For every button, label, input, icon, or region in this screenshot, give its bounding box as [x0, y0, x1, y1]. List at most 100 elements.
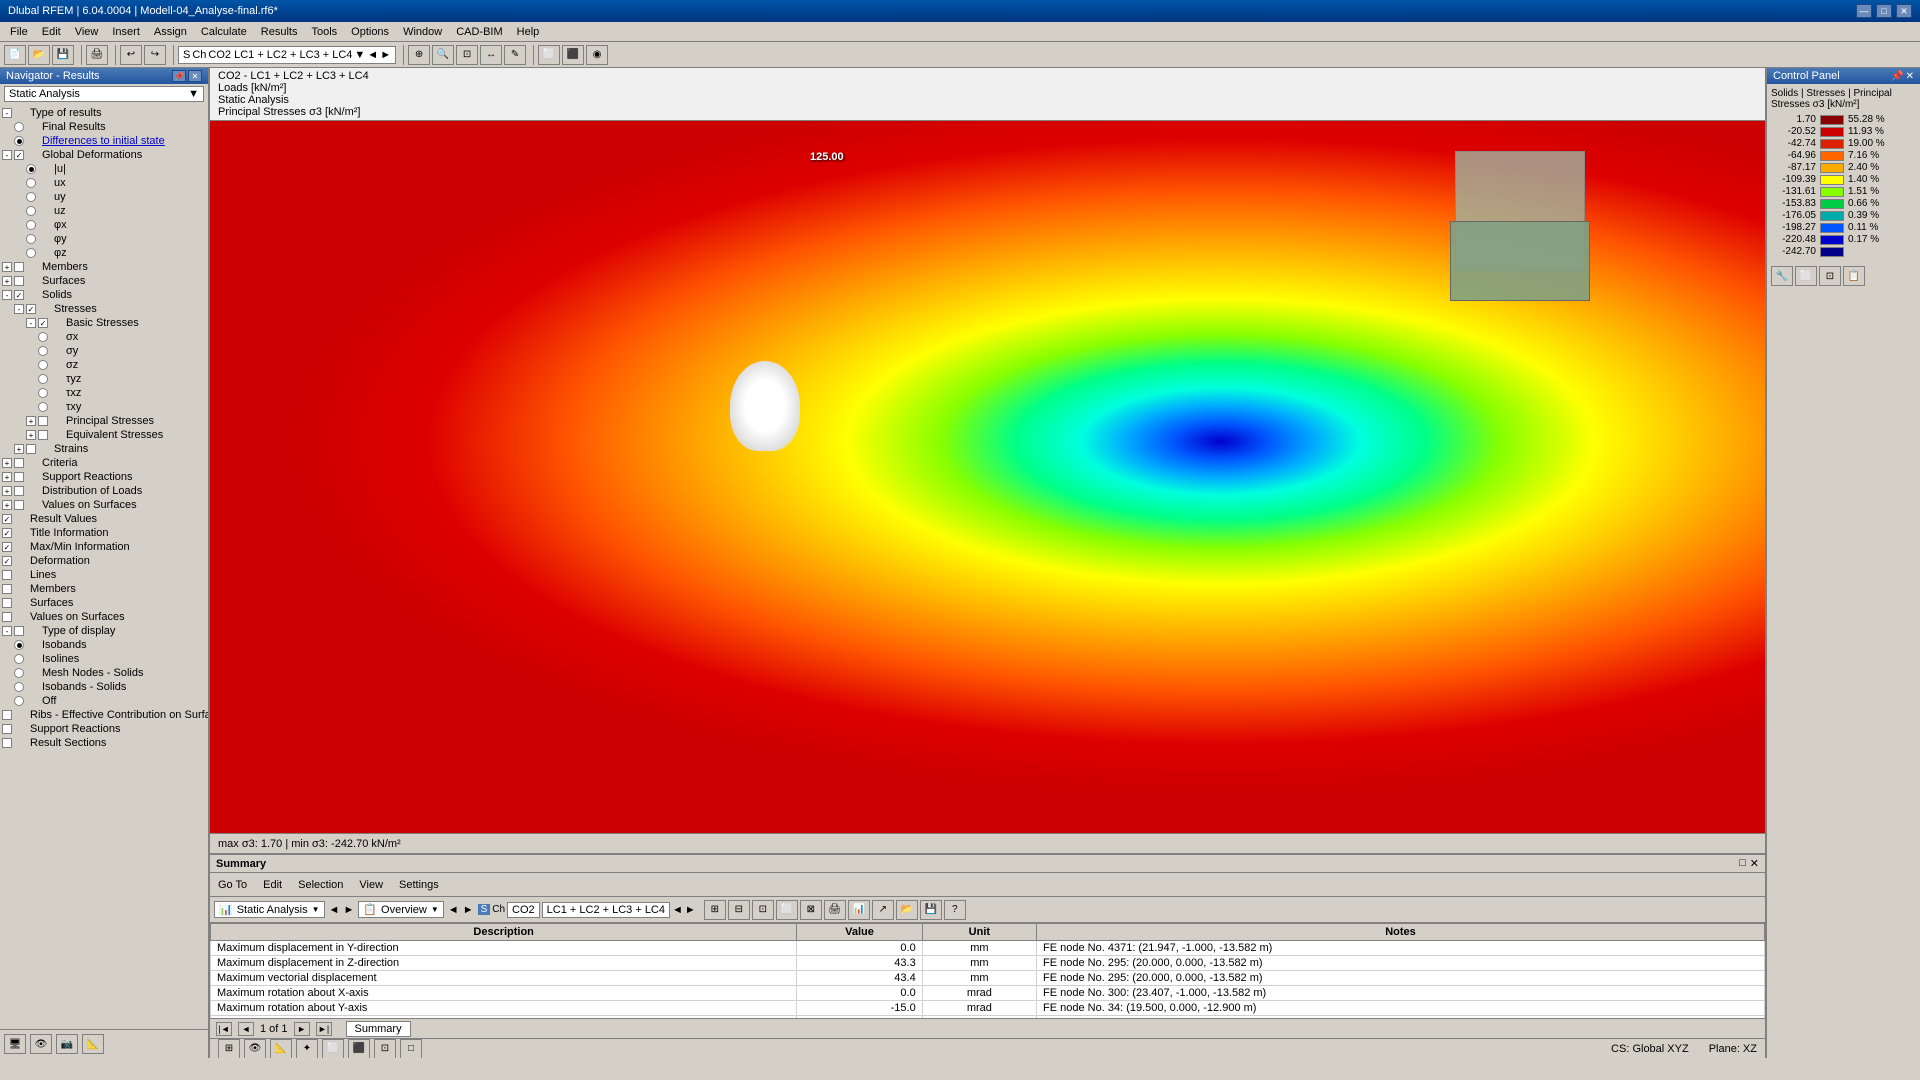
lc-selector[interactable]: S Ch CO2 LC1 + LC2 + LC3 + LC4 ▼ ◄ ►: [178, 46, 396, 64]
page-first[interactable]: |◄: [216, 1022, 232, 1036]
nav-close[interactable]: ✕: [188, 70, 202, 82]
checkbox-37[interactable]: [14, 626, 24, 636]
lc-arrow[interactable]: ▼: [354, 49, 365, 61]
analysis-combo[interactable]: 📊 Static Analysis ▼: [214, 901, 325, 918]
footer-tab[interactable]: Summary: [346, 1021, 411, 1037]
checkbox-15[interactable]: ✓: [38, 318, 48, 328]
tree-node-32[interactable]: ✓Deformation: [0, 554, 208, 568]
checkbox-14[interactable]: ✓: [26, 304, 36, 314]
menu-item-assign[interactable]: Assign: [148, 25, 193, 39]
menu-item-insert[interactable]: Insert: [106, 25, 146, 39]
expand-icon-26[interactable]: +: [2, 472, 12, 482]
lc-combo-prev[interactable]: ◄: [672, 904, 683, 916]
radio-4[interactable]: [26, 164, 36, 174]
tree-node-43[interactable]: Ribs - Effective Contribution on Surfa..…: [0, 708, 208, 722]
menu-item-tools[interactable]: Tools: [305, 25, 343, 39]
radio-10[interactable]: [26, 248, 36, 258]
rp-btn3[interactable]: ⊡: [1819, 266, 1841, 286]
st9[interactable]: 📂: [896, 900, 918, 920]
st10[interactable]: 💾: [920, 900, 942, 920]
titlebar-controls[interactable]: — □ ✕: [1856, 4, 1912, 18]
tree-node-26[interactable]: +Support Reactions: [0, 470, 208, 484]
expand-icon-24[interactable]: +: [14, 444, 24, 454]
sb3[interactable]: 📐: [270, 1039, 292, 1059]
expand-icon-22[interactable]: +: [26, 416, 36, 426]
tree-node-10[interactable]: φz: [0, 246, 208, 260]
maximize-button[interactable]: □: [1876, 4, 1892, 18]
radio-1[interactable]: [14, 122, 24, 132]
radio-19[interactable]: [38, 374, 48, 384]
checkbox-28[interactable]: [14, 500, 24, 510]
tree-node-20[interactable]: τxz: [0, 386, 208, 400]
tree-node-0[interactable]: -Type of results: [0, 106, 208, 120]
tool6[interactable]: ⬜: [538, 45, 560, 65]
print-button[interactable]: 🖨: [86, 45, 108, 65]
redo-button[interactable]: ↪: [144, 45, 166, 65]
tool3[interactable]: ⊡: [456, 45, 478, 65]
radio-40[interactable]: [14, 668, 24, 678]
menu-item-help[interactable]: Help: [511, 25, 546, 39]
checkbox-3[interactable]: ✓: [14, 150, 24, 160]
summary-view[interactable]: View: [355, 879, 387, 891]
overview-combo[interactable]: 📋 Overview ▼: [358, 901, 443, 918]
tree-node-21[interactable]: τxy: [0, 400, 208, 414]
lc-combo[interactable]: LC1 + LC2 + LC3 + LC4: [542, 902, 670, 918]
control-buttons[interactable]: 📌 ✕: [1891, 71, 1914, 82]
st2[interactable]: ⊟: [728, 900, 750, 920]
tree-node-39[interactable]: Isolines: [0, 652, 208, 666]
expand-icon-11[interactable]: +: [2, 262, 12, 272]
tool4[interactable]: ↔: [480, 45, 502, 65]
tree-node-38[interactable]: Isobands: [0, 638, 208, 652]
combo-prev1[interactable]: ◄: [329, 904, 340, 916]
checkbox-29[interactable]: ✓: [2, 514, 12, 524]
new-button[interactable]: 📄: [4, 45, 26, 65]
tree-node-7[interactable]: uz: [0, 204, 208, 218]
checkbox-12[interactable]: [14, 276, 24, 286]
st4[interactable]: ⬜: [776, 900, 798, 920]
cp-close[interactable]: ✕: [1906, 71, 1914, 82]
tree-node-34[interactable]: Members: [0, 582, 208, 596]
page-next[interactable]: ►: [294, 1022, 310, 1036]
summary-expand[interactable]: □: [1739, 857, 1746, 870]
sb4[interactable]: ✦: [296, 1039, 318, 1059]
tree-node-42[interactable]: Off: [0, 694, 208, 708]
tree-node-27[interactable]: +Distribution of Loads: [0, 484, 208, 498]
summary-selection[interactable]: Selection: [294, 879, 347, 891]
tree-node-14[interactable]: -✓Stresses: [0, 302, 208, 316]
tree-node-17[interactable]: σy: [0, 344, 208, 358]
expand-icon-27[interactable]: +: [2, 486, 12, 496]
menu-item-cad-bim[interactable]: CAD-BIM: [450, 25, 508, 39]
rp-btn1[interactable]: 🔧: [1771, 266, 1793, 286]
tree-node-31[interactable]: ✓Max/Min Information: [0, 540, 208, 554]
sb8[interactable]: □: [400, 1039, 422, 1059]
checkbox-26[interactable]: [14, 472, 24, 482]
radio-38[interactable]: [14, 640, 24, 650]
tree-node-30[interactable]: ✓Title Information: [0, 526, 208, 540]
tree-node-5[interactable]: ux: [0, 176, 208, 190]
viewport[interactable]: 125.00: [210, 121, 1765, 833]
open-button[interactable]: 📂: [28, 45, 50, 65]
radio-41[interactable]: [14, 682, 24, 692]
checkbox-34[interactable]: [2, 584, 12, 594]
overview-arrow[interactable]: ▼: [431, 905, 439, 914]
tree-node-29[interactable]: ✓Result Values: [0, 512, 208, 526]
st11[interactable]: ?: [944, 900, 966, 920]
expand-icon-23[interactable]: +: [26, 430, 36, 440]
tool7[interactable]: ⬛: [562, 45, 584, 65]
tree-node-40[interactable]: Mesh Nodes - Solids: [0, 666, 208, 680]
close-button[interactable]: ✕: [1896, 4, 1912, 18]
menu-item-file[interactable]: File: [4, 25, 34, 39]
tree-node-12[interactable]: +Surfaces: [0, 274, 208, 288]
undo-button[interactable]: ↩: [120, 45, 142, 65]
combo-prev2[interactable]: ◄: [448, 904, 459, 916]
checkbox-23[interactable]: [38, 430, 48, 440]
combo-next1[interactable]: ►: [343, 904, 354, 916]
radio-21[interactable]: [38, 402, 48, 412]
tree-node-9[interactable]: φy: [0, 232, 208, 246]
checkbox-13[interactable]: ✓: [14, 290, 24, 300]
tree-node-16[interactable]: σx: [0, 330, 208, 344]
navigator-controls[interactable]: 📌 ✕: [172, 70, 202, 82]
minimize-button[interactable]: —: [1856, 4, 1872, 18]
sb7[interactable]: ⊡: [374, 1039, 396, 1059]
checkbox-33[interactable]: [2, 570, 12, 580]
